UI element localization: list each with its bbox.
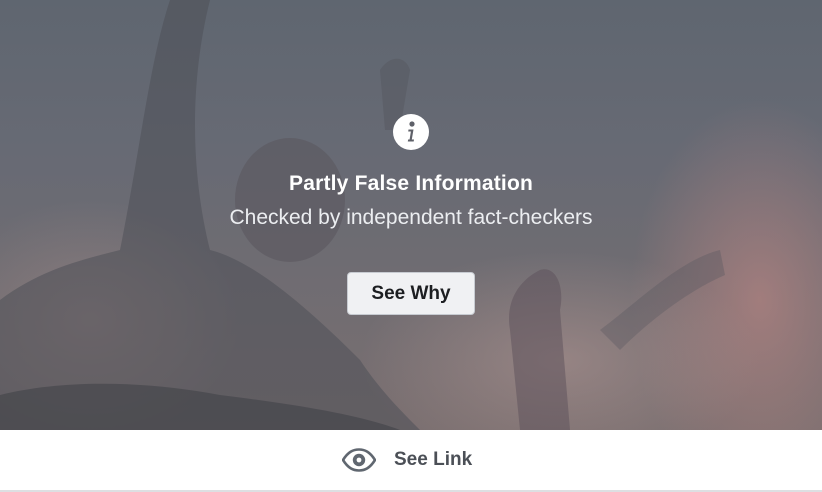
see-link-label: See Link: [394, 449, 473, 470]
see-link-button[interactable]: See Link: [342, 444, 472, 476]
fact-check-notice: Partly False Information Checked by inde…: [0, 0, 822, 430]
fact-check-card: Partly False Information Checked by inde…: [0, 0, 822, 492]
eye-icon: [342, 448, 376, 472]
notice-subtitle: Checked by independent fact-checkers: [229, 206, 593, 229]
card-footer: See Link: [0, 430, 822, 492]
see-why-button[interactable]: See Why: [347, 272, 475, 315]
blurred-image-overlay: Partly False Information Checked by inde…: [0, 0, 822, 430]
info-icon: [393, 114, 429, 150]
notice-title: Partly False Information: [288, 172, 534, 195]
